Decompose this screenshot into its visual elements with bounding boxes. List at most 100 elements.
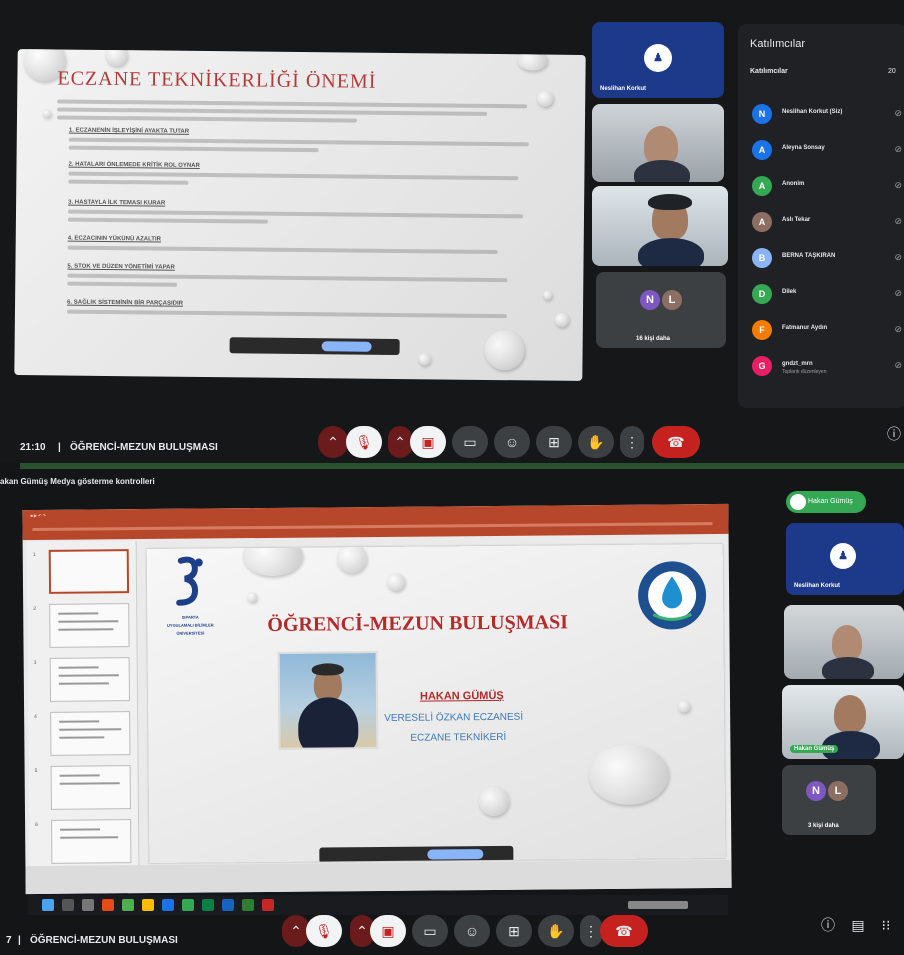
mic-off-icon[interactable]: 🎙 [306,915,342,947]
powerpoint-icon[interactable] [262,899,274,911]
meeting-time: 21:10 [20,442,46,453]
chat-icon[interactable]: ▤ [846,909,870,941]
app-icon[interactable] [102,899,114,911]
mic-off-icon[interactable]: ⊘ [894,252,902,263]
participant-row[interactable]: G gndzt_mrn Toplantı düzenleyen ⊘ [752,356,902,380]
mic-options-button[interactable]: ⌃ [318,426,348,458]
app-icon[interactable] [122,899,134,911]
media-control-bar[interactable] [229,337,400,356]
participant-row[interactable]: N Neslihan Korkut (Siz) ⊘ [752,104,902,128]
powerpoint-window: ■ ▶ ↶ ↷ 1 2 3 4 5 6 ISPARTA UYGULAMALI B… [22,503,732,895]
app-icon[interactable] [222,899,234,911]
present-icon[interactable]: ⊞ [536,426,572,458]
separator: | [58,442,61,453]
slide-thumbnail[interactable] [50,765,131,810]
stop-sharing-button[interactable] [321,341,372,352]
mic-off-icon[interactable]: ⊘ [894,216,902,227]
system-tray[interactable] [628,901,688,909]
app-icon[interactable] [202,899,214,911]
participant-tile[interactable]: ♟ Neslihan Korkut [786,523,904,595]
app-icon[interactable] [182,899,194,911]
more-participants-tile[interactable]: N L 16 kişi daha [596,272,726,348]
participant-video [648,194,692,210]
status-bar [25,859,732,895]
university-name: UYGULAMALI BİLİMLER [166,622,214,628]
end-call-icon[interactable]: ☎ [600,915,648,947]
mic-off-icon[interactable]: ⊘ [894,324,902,335]
ribbon-tab[interactable]: ■ ▶ ↶ ↷ [30,513,46,518]
water-drop-decoration [418,353,431,366]
body-text-line [68,171,519,181]
raise-hand-icon[interactable]: ✋ [538,915,574,947]
participant-name: Neslihan Korkut [794,583,841,589]
participant-name: Neslihan Korkut [600,86,647,92]
slide-heading: 5. STOK VE DÜZEN YÖNETİMİ YAPAR [67,263,175,271]
participant-tile[interactable] [592,104,724,182]
water-drop-decoration [537,90,554,107]
body-text-line [67,281,178,287]
activities-icon[interactable]: ⁝⁝ [874,909,898,941]
windows-taskbar [28,895,728,915]
info-icon[interactable]: ⓘ [880,418,904,450]
university-logo [161,554,217,610]
slide-thumbnail-pane[interactable]: 1 2 3 4 5 6 [26,541,140,891]
participant-tile[interactable]: ♟ Neslihan Korkut [592,22,724,98]
participant-tile[interactable]: Hakan Gümüş [782,685,904,759]
mic-off-icon[interactable]: 🎙 [346,426,382,458]
folder-icon[interactable] [142,899,154,911]
slide-thumbnail[interactable] [49,603,130,648]
emoji-icon[interactable]: ☺ [454,915,490,947]
participant-row-name: gndzt_mrn [782,361,813,367]
body-text-line [56,115,358,123]
slide-thumbnail[interactable] [49,657,131,702]
mic-off-icon[interactable]: ⊘ [894,144,902,155]
participant-tile[interactable] [784,605,904,679]
speaker-name: HAKAN GÜMÜŞ [419,689,504,703]
water-drop-decoration [43,109,52,118]
emoji-icon[interactable]: ☺ [494,426,530,458]
participant-row[interactable]: A Aslı Tekar ⊘ [752,212,902,236]
pharmacy-seal-logo [635,558,710,633]
start-icon[interactable] [42,899,54,911]
info-icon[interactable]: ⓘ [816,909,840,941]
separator: | [18,935,21,946]
slide-thumbnail[interactable] [51,819,132,864]
participant-tile[interactable] [592,186,728,266]
water-drop-decoration [678,700,691,713]
more-participants-tile[interactable]: N L 3 kişi daha [782,765,876,835]
stop-sharing-button[interactable] [427,849,484,860]
raise-hand-icon[interactable]: ✋ [578,426,614,458]
cam-options-button[interactable]: ⌃ [388,426,412,458]
more-icon[interactable]: ⋮ [620,426,644,458]
app-icon[interactable] [162,899,174,911]
participant-row[interactable]: A Anonim ⊘ [752,176,902,200]
participant-row[interactable]: B BERNA TAŞKIRAN ⊘ [752,248,902,272]
mic-off-icon[interactable]: ⊘ [894,108,902,119]
end-call-icon[interactable]: ☎ [652,426,700,458]
more-icon[interactable]: ⋮ [580,915,602,947]
search-icon[interactable] [62,899,74,911]
cam-off-icon[interactable]: ▣ [370,915,406,947]
participant-row[interactable]: F Fatmanur Aydın ⊘ [752,320,902,344]
participant-row[interactable]: D Dilek ⊘ [752,284,902,308]
meeting-time: 7 [6,935,12,946]
mic-off-icon[interactable]: ⊘ [894,180,902,191]
captions-icon[interactable]: ▭ [412,915,448,947]
slide-thumbnail[interactable] [50,711,131,756]
avatar: A [752,176,772,196]
cam-off-icon[interactable]: ▣ [410,426,446,458]
participant-row[interactable]: A Aleyna Sonsay ⊘ [752,140,902,164]
task-view-icon[interactable] [82,899,94,911]
slide-thumbnail[interactable] [48,549,130,594]
avatar: D [752,284,772,304]
participant-name: 16 kişi daha [636,336,671,342]
mic-off-icon[interactable]: ⊘ [894,360,902,371]
mic-off-icon[interactable]: ⊘ [894,288,902,299]
media-control-bar[interactable] [319,845,514,863]
captions-icon[interactable]: ▭ [452,426,488,458]
present-icon[interactable]: ⊞ [496,915,532,947]
ribbon-tabs-row[interactable] [32,522,713,531]
app-icon[interactable] [242,899,254,911]
current-slide[interactable]: ISPARTA UYGULAMALI BİLİMLER ÜNİVERSİTESİ… [146,543,726,863]
avatar: N [640,290,660,310]
